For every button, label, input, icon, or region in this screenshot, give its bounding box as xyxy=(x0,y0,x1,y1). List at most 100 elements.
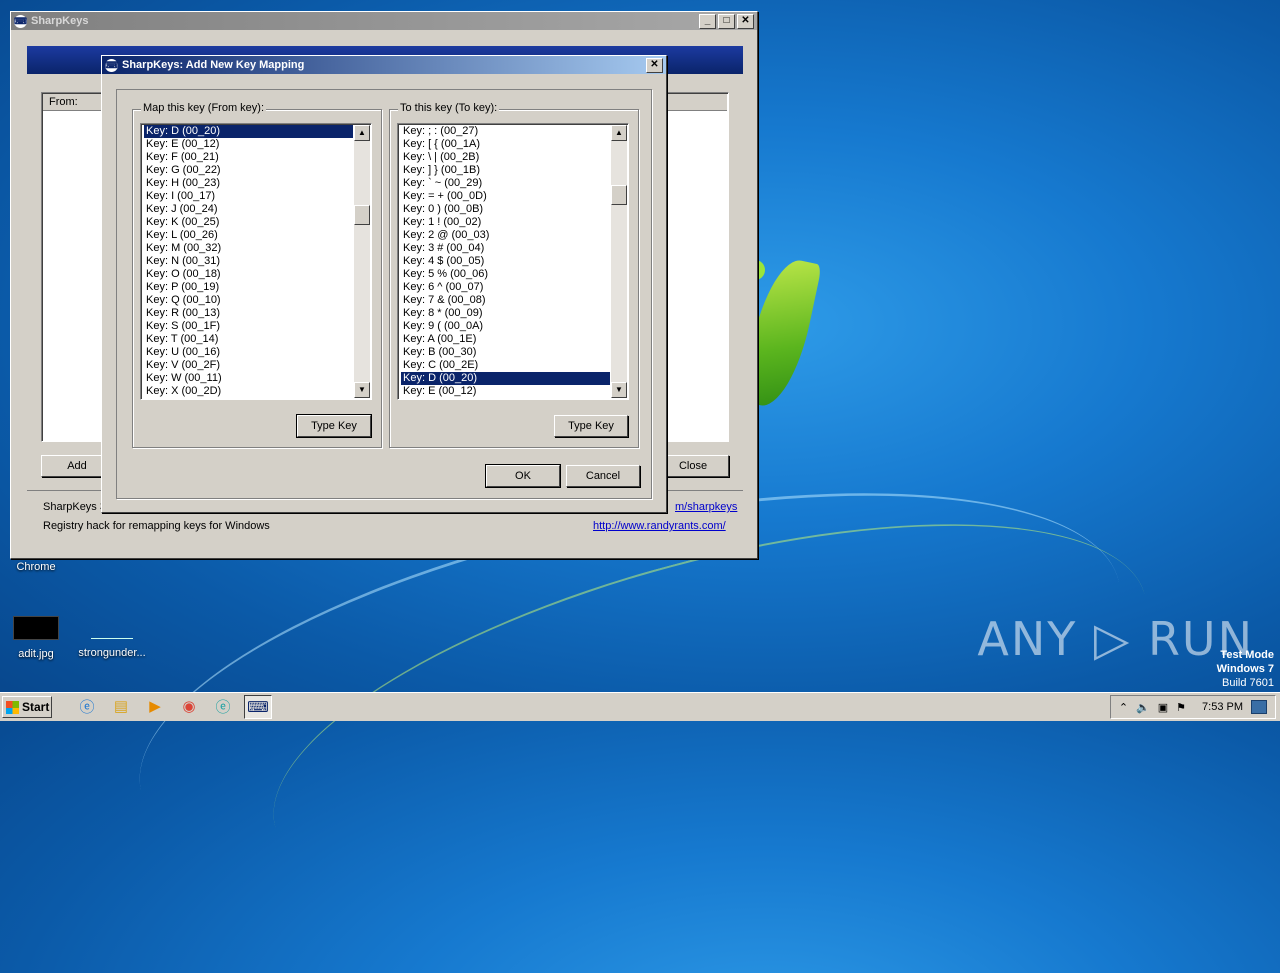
list-item[interactable]: Key: = + (00_0D) xyxy=(401,190,610,203)
folder-icon[interactable]: ▤ xyxy=(108,695,134,717)
maximize-button[interactable]: □ xyxy=(718,13,735,29)
list-item[interactable]: Key: 7 & (00_08) xyxy=(401,294,610,307)
test-mode-notice: Test Mode Windows 7 Build 7601 xyxy=(1217,648,1274,690)
list-item[interactable]: Key: 4 $ (00_05) xyxy=(401,255,610,268)
scroll-up-arrow-icon[interactable]: ▲ xyxy=(611,125,627,141)
cancel-button[interactable]: Cancel xyxy=(566,465,640,487)
close-button[interactable]: Close xyxy=(657,455,729,477)
list-item[interactable]: Key: K (00_25) xyxy=(144,216,353,229)
sharpkeys-icon[interactable]: ⌨ xyxy=(244,695,272,719)
list-item[interactable]: Key: R (00_13) xyxy=(144,307,353,320)
desktop-icon-strongunder[interactable]: strongunder... xyxy=(74,616,150,659)
list-item[interactable]: Key: 5 % (00_06) xyxy=(401,268,610,281)
edge-icon[interactable]: ⓔ xyxy=(210,695,236,717)
list-item[interactable]: Key: F (00_21) xyxy=(144,151,353,164)
list-item[interactable]: Key: [ { (00_1A) xyxy=(401,138,610,151)
list-item[interactable]: Key: O (00_18) xyxy=(144,268,353,281)
dialog-close-button[interactable]: ✕ xyxy=(646,57,663,73)
list-item[interactable]: Key: 0 ) (00_0B) xyxy=(401,203,610,216)
list-item[interactable]: Key: S (00_1F) xyxy=(144,320,353,333)
image-thumbnail xyxy=(13,616,59,640)
start-button[interactable]: Start xyxy=(2,696,52,718)
main-window-titlebar[interactable]: ⌨ SharpKeys _ □ ✕ xyxy=(11,12,757,30)
show-desktop-icon[interactable] xyxy=(1251,700,1267,714)
dialog-title: SharpKeys: Add New Key Mapping xyxy=(122,59,305,71)
desktop-icon-label: adit.jpg xyxy=(18,648,54,660)
test-mode-line: Test Mode xyxy=(1220,649,1274,661)
media-player-icon[interactable]: ▶ xyxy=(142,695,168,717)
list-item[interactable]: Key: W (00_11) xyxy=(144,372,353,385)
list-item[interactable]: Key: B (00_30) xyxy=(401,346,610,359)
test-mode-line: Build 7601 xyxy=(1222,677,1274,689)
list-item[interactable]: Key: 2 @ (00_03) xyxy=(401,229,610,242)
from-key-list[interactable]: Key: D (00_20) Key: E (00_12) Key: F (00_2… xyxy=(140,123,372,400)
scroll-thumb[interactable] xyxy=(354,205,370,225)
to-list-scrollbar[interactable]: ▲ ▼ xyxy=(611,125,627,398)
list-item[interactable]: Key: M (00_32) xyxy=(144,242,353,255)
chrome-icon[interactable]: ◉ xyxy=(176,695,202,717)
dialog-panel: Map this key (From key): Key: D (00_20) K… xyxy=(116,89,652,499)
list-item[interactable]: Key: E (00_12) xyxy=(401,385,610,398)
list-item[interactable]: Key: N (00_31) xyxy=(144,255,353,268)
list-item[interactable]: Key: I (00_17) xyxy=(144,190,353,203)
list-item[interactable]: Key: A (00_1E) xyxy=(401,333,610,346)
list-item[interactable]: Key: 1 ! (00_02) xyxy=(401,216,610,229)
desktop-icon-label: strongunder... xyxy=(78,647,146,659)
list-item[interactable]: Key: D (00_20) xyxy=(144,125,353,138)
clock[interactable]: 7:53 PM xyxy=(1202,701,1243,713)
from-key-label: Map this key (From key): xyxy=(141,102,267,114)
show-hidden-icons-icon[interactable]: ⌃ xyxy=(1119,701,1128,714)
list-item[interactable]: Key: 6 ^ (00_07) xyxy=(401,281,610,294)
scroll-thumb[interactable] xyxy=(611,185,627,205)
scroll-down-arrow-icon[interactable]: ▼ xyxy=(611,382,627,398)
list-item[interactable]: Key: D (00_20) xyxy=(401,372,610,385)
list-item[interactable]: Key: V (00_2F) xyxy=(144,359,353,372)
list-item[interactable]: Key: X (00_2D) xyxy=(144,385,353,398)
app-icon: ⌨ xyxy=(14,14,27,28)
footer-description: Registry hack for remapping keys for Win… xyxy=(43,520,270,532)
list-item[interactable]: Key: H (00_23) xyxy=(144,177,353,190)
ok-button[interactable]: OK xyxy=(485,464,561,488)
list-item[interactable]: Key: L (00_26) xyxy=(144,229,353,242)
file-icon xyxy=(91,616,133,639)
action-center-flag-icon[interactable]: ⚑ xyxy=(1176,701,1186,714)
network-icon[interactable]: ▣ xyxy=(1158,701,1168,714)
desktop-icon-chrome[interactable]: Chrome xyxy=(10,561,62,573)
list-item[interactable]: Key: 8 * (00_09) xyxy=(401,307,610,320)
list-item[interactable]: Key: C (00_2E) xyxy=(401,359,610,372)
sharpkeys-link[interactable]: m/sharpkeys xyxy=(675,501,737,513)
scroll-down-arrow-icon[interactable]: ▼ xyxy=(354,382,370,398)
from-list-scrollbar[interactable]: ▲ ▼ xyxy=(354,125,370,398)
add-mapping-dialog: ⌨ SharpKeys: Add New Key Mapping ✕ Map t… xyxy=(101,55,667,513)
to-key-items: Key: ; : (00_27) Key: [ { (00_1A) Key: \ |… xyxy=(401,125,610,398)
list-item[interactable]: Key: 9 ( (00_0A) xyxy=(401,320,610,333)
desktop-icon-adit[interactable]: adit.jpg xyxy=(8,616,64,660)
list-item[interactable]: Key: J (00_24) xyxy=(144,203,353,216)
from-type-key-button[interactable]: Type Key xyxy=(296,414,372,438)
scroll-up-arrow-icon[interactable]: ▲ xyxy=(354,125,370,141)
list-item[interactable]: Key: ` ~ (00_29) xyxy=(401,177,610,190)
list-item[interactable]: Key: ] } (00_1B) xyxy=(401,164,610,177)
minimize-button[interactable]: _ xyxy=(699,13,716,29)
list-item[interactable]: Key: ; : (00_27) xyxy=(401,125,610,138)
randyrants-link[interactable]: http://www.randyrants.com/ xyxy=(593,520,726,532)
list-item[interactable]: Key: 3 # (00_04) xyxy=(401,242,610,255)
ie-icon[interactable]: ⓔ xyxy=(74,695,100,717)
footer-version: SharpKeys 3 xyxy=(43,501,106,513)
list-item[interactable]: Key: \ | (00_2B) xyxy=(401,151,610,164)
to-type-key-button[interactable]: Type Key xyxy=(554,415,628,437)
list-item[interactable]: Key: P (00_19) xyxy=(144,281,353,294)
column-from[interactable]: From: xyxy=(49,96,78,108)
dialog-titlebar[interactable]: ⌨ SharpKeys: Add New Key Mapping ✕ xyxy=(102,56,666,74)
list-item[interactable]: Key: E (00_12) xyxy=(144,138,353,151)
list-item[interactable]: Key: G (00_22) xyxy=(144,164,353,177)
system-tray: ⌃ 🔈 ▣ ⚑ 7:53 PM xyxy=(1109,695,1276,719)
taskbar: Start ⓔ ▤ ▶ ◉ ⓔ ⌨ ⌃ 🔈 ▣ ⚑ 7:53 PM xyxy=(0,692,1280,721)
list-item[interactable]: Key: T (00_14) xyxy=(144,333,353,346)
list-item[interactable]: Key: U (00_16) xyxy=(144,346,353,359)
to-key-list[interactable]: Key: ; : (00_27) Key: [ { (00_1A) Key: \ |… xyxy=(397,123,629,400)
volume-icon[interactable]: 🔈 xyxy=(1136,701,1150,714)
list-item[interactable]: Key: Q (00_10) xyxy=(144,294,353,307)
close-window-button[interactable]: ✕ xyxy=(737,13,754,29)
from-key-items: Key: D (00_20) Key: E (00_12) Key: F (00_2… xyxy=(144,125,353,398)
